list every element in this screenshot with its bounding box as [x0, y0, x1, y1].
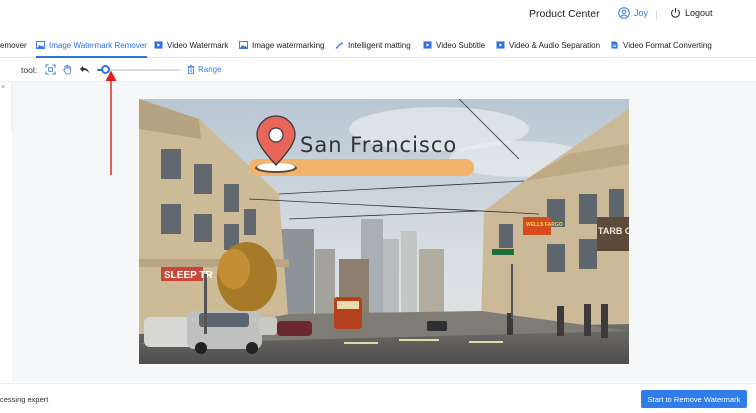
- wells-fargo-sign-text: WELLS FARGO: [526, 222, 563, 228]
- top-bar: Product Center Joy Logout: [0, 0, 756, 30]
- user-menu[interactable]: Joy: [618, 7, 648, 19]
- image-icon: [36, 41, 45, 49]
- coffee-sign-text: TARB COF: [598, 226, 629, 236]
- tool-label: tool:: [21, 65, 38, 75]
- undo-icon[interactable]: [79, 64, 90, 75]
- tab-label: Intelligent matting: [348, 40, 411, 50]
- document-icon: [611, 41, 618, 49]
- watermark-text: San Francisco: [300, 133, 457, 157]
- street-photo: SLEEP TR WELLS FARGO TARB COF: [139, 99, 629, 364]
- tab-label: Image Watermark Remover: [49, 40, 147, 50]
- start-remove-watermark-button[interactable]: Start to Remove Watermark: [641, 390, 747, 408]
- footer-bar: cessing expert Start to Remove Watermark: [0, 383, 756, 413]
- header-divider: [656, 10, 657, 20]
- tab-video-format-converting[interactable]: Video Format Converting: [610, 32, 712, 58]
- image-icon: [239, 41, 248, 49]
- footer-tagline: cessing expert: [0, 395, 49, 404]
- user-icon: [618, 7, 630, 19]
- video-icon: [154, 41, 163, 49]
- tab-video-subtitle[interactable]: Video Subtitle: [423, 32, 485, 58]
- video-icon: [423, 41, 432, 49]
- product-center-link[interactable]: Product Center: [529, 8, 600, 20]
- logout-button[interactable]: Logout: [670, 7, 713, 18]
- tab-video-audio-separation[interactable]: Video & Audio Separation: [496, 32, 600, 58]
- power-icon: [671, 7, 680, 18]
- tab-video-watermark[interactable]: Video Watermark: [154, 32, 228, 58]
- tab-intelligent-matting[interactable]: Intelligent matting: [335, 32, 411, 58]
- range-label: Range: [198, 65, 222, 74]
- close-icon[interactable]: ×: [1, 84, 5, 91]
- range-button[interactable]: Range: [187, 65, 222, 74]
- tab-image-watermark-remover[interactable]: Image Watermark Remover: [36, 32, 147, 58]
- tab-label: emover: [0, 40, 27, 50]
- tab-image-watermarking[interactable]: Image watermarking: [239, 32, 324, 58]
- magic-wand-icon: [335, 41, 344, 49]
- video-icon: [496, 41, 505, 49]
- tab-remover[interactable]: emover: [0, 32, 27, 58]
- logout-label: Logout: [685, 7, 713, 18]
- tab-label: Video & Audio Separation: [509, 40, 601, 50]
- tab-label: Video Watermark: [167, 40, 229, 50]
- hand-pan-icon[interactable]: [62, 64, 73, 75]
- tool-tabs: emover Image Watermark Remover Video Wat…: [0, 32, 756, 58]
- tab-label: Video Format Converting: [623, 40, 712, 50]
- tab-label: Video Subtitle: [436, 40, 486, 50]
- trash-icon: [187, 65, 195, 74]
- uploaded-image[interactable]: SLEEP TR WELLS FARGO TARB COF: [139, 99, 629, 364]
- user-name: Joy: [634, 8, 649, 18]
- left-panel-stub[interactable]: ×: [0, 82, 12, 130]
- annotation-arrow: [105, 70, 117, 175]
- fit-screen-icon[interactable]: [45, 64, 56, 75]
- tab-label: Image watermarking: [252, 40, 325, 50]
